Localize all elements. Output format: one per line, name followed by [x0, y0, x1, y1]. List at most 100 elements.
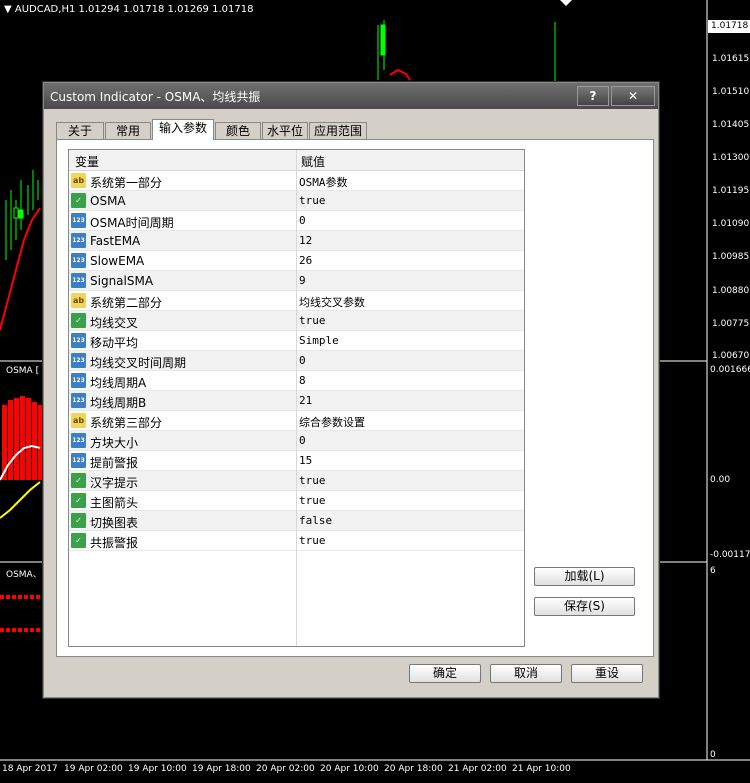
parameter-value[interactable]: 均线交叉参数	[299, 294, 365, 310]
parameter-value[interactable]: 12	[299, 234, 312, 247]
time-tick: 21 Apr 10:00	[512, 764, 571, 774]
parameter-value[interactable]: 26	[299, 254, 312, 267]
boolean-type-icon: ✓	[71, 193, 86, 208]
dialog-title: Custom Indicator - OSMA、均线共振	[50, 90, 261, 104]
price-tick: 1.00880	[712, 286, 750, 296]
close-button[interactable]: ✕	[611, 86, 655, 106]
parameter-name: 切换图表	[90, 516, 139, 530]
reset-button[interactable]: 重设	[571, 664, 643, 683]
time-tick: 19 Apr 18:00	[192, 764, 251, 774]
parameter-name: 均线交叉	[90, 316, 139, 330]
sub2-window-label: OSMA、	[6, 570, 42, 580]
number-type-icon: 123	[71, 253, 86, 268]
time-tick: 18 Apr 2017	[2, 764, 58, 774]
price-tick: 1.01195	[712, 186, 750, 196]
number-type-icon: 123	[71, 373, 86, 388]
price-tick: 1.00985	[712, 252, 750, 262]
parameter-value[interactable]: 9	[299, 274, 306, 287]
ok-button[interactable]: 确定	[409, 664, 481, 683]
parameter-value[interactable]: false	[299, 514, 332, 527]
parameter-value[interactable]: OSMA参数	[299, 174, 348, 190]
price-tick: 1.01405	[712, 120, 750, 130]
dialog-titlebar[interactable]: Custom Indicator - OSMA、均线共振 ? ✕	[44, 83, 658, 109]
boolean-type-icon: ✓	[71, 493, 86, 508]
parameter-name: 系统第三部分	[90, 416, 163, 430]
column-value[interactable]: 赋值	[301, 153, 325, 170]
boolean-type-icon: ✓	[71, 513, 86, 528]
time-tick: 20 Apr 10:00	[320, 764, 379, 774]
parameter-name: 汉字提示	[90, 476, 139, 490]
tab-inputs[interactable]: 输入参数	[152, 119, 214, 140]
parameter-name: FastEMA	[90, 234, 141, 248]
parameter-value[interactable]: 0	[299, 354, 306, 367]
parameter-value[interactable]: true	[299, 194, 326, 207]
tab-levels[interactable]: 水平位	[262, 122, 308, 139]
parameter-name: 共振警报	[90, 536, 139, 550]
parameter-name: OSMA	[90, 194, 126, 208]
parameter-name: SlowEMA	[90, 254, 145, 268]
save-button[interactable]: 保存(S)	[534, 597, 635, 616]
parameter-value[interactable]: 15	[299, 454, 312, 467]
price-tick: 1.01615	[712, 54, 750, 64]
number-type-icon: 123	[71, 273, 86, 288]
osma-tick: -0.001171	[710, 550, 750, 560]
parameter-value[interactable]: true	[299, 534, 326, 547]
parameter-value[interactable]: 0	[299, 434, 306, 447]
time-tick: 20 Apr 18:00	[384, 764, 443, 774]
parameter-value[interactable]: true	[299, 494, 326, 507]
parameter-value[interactable]: 综合参数设置	[299, 414, 365, 430]
parameter-name: 系统第一部分	[90, 176, 163, 190]
cancel-button[interactable]: 取消	[490, 664, 562, 683]
string-type-icon: ab	[71, 413, 86, 428]
parameter-name: 系统第二部分	[90, 296, 163, 310]
tab-visualization[interactable]: 应用范围	[309, 122, 367, 139]
inputs-panel: 变量 赋值 ab 系统第一部分 OSMA参数 ✓ OSMA true 123 OSMA时间周期…	[56, 139, 654, 657]
load-button[interactable]: 加载(L)	[534, 567, 635, 586]
parameter-value[interactable]: 0	[299, 214, 306, 227]
time-tick: 19 Apr 10:00	[128, 764, 187, 774]
parameter-name: SignalSMA	[90, 274, 154, 288]
string-type-icon: ab	[71, 173, 86, 188]
parameter-value[interactable]: 21	[299, 394, 312, 407]
osma-window-label: OSMA [	[6, 366, 40, 376]
time-tick: 21 Apr 02:00	[448, 764, 507, 774]
parameter-name: 移动平均	[90, 336, 139, 350]
tab-common[interactable]: 常用	[105, 122, 151, 139]
number-type-icon: 123	[71, 433, 86, 448]
sub2-tick: 0	[710, 750, 716, 760]
price-tick: 1.01510	[712, 87, 750, 97]
boolean-type-icon: ✓	[71, 313, 86, 328]
osma-tick: 0.001666	[710, 365, 750, 375]
number-type-icon: 123	[71, 213, 86, 228]
parameters-grid: 变量 赋值 ab 系统第一部分 OSMA参数 ✓ OSMA true 123 OSMA时间周期…	[68, 149, 525, 647]
tab-colors[interactable]: 颜色	[215, 122, 261, 139]
parameter-value[interactable]: true	[299, 474, 326, 487]
column-separator	[296, 150, 297, 646]
parameter-value[interactable]: 8	[299, 374, 306, 387]
parameter-value[interactable]: Simple	[299, 334, 339, 347]
number-type-icon: 123	[71, 393, 86, 408]
parameter-name: 方块大小	[90, 436, 139, 450]
parameter-name: 提前警报	[90, 456, 139, 470]
string-type-icon: ab	[71, 293, 86, 308]
parameter-name: 均线周期B	[90, 396, 147, 410]
parameter-name: 主图箭头	[90, 496, 139, 510]
time-tick: 20 Apr 02:00	[256, 764, 315, 774]
time-tick: 19 Apr 02:00	[64, 764, 123, 774]
number-type-icon: 123	[71, 333, 86, 348]
boolean-type-icon: ✓	[71, 533, 86, 548]
parameter-name: 均线交叉时间周期	[90, 356, 187, 370]
parameter-value[interactable]: true	[299, 314, 326, 327]
parameter-name: 均线周期A	[90, 376, 147, 390]
symbol-text: AUDCAD,H1 1.01294 1.01718 1.01269 1.0171…	[14, 4, 254, 15]
boolean-type-icon: ✓	[71, 473, 86, 488]
column-variable[interactable]: 变量	[75, 153, 99, 170]
price-tick: 1.01300	[712, 153, 750, 163]
tab-about[interactable]: 关于	[56, 122, 104, 139]
help-button[interactable]: ?	[577, 86, 609, 106]
osma-tick: 0.00	[710, 475, 731, 485]
number-type-icon: 123	[71, 453, 86, 468]
parameter-name: OSMA时间周期	[90, 216, 174, 230]
price-tick: 1.00775	[712, 319, 750, 329]
current-price-label: 1.01718	[708, 20, 750, 33]
